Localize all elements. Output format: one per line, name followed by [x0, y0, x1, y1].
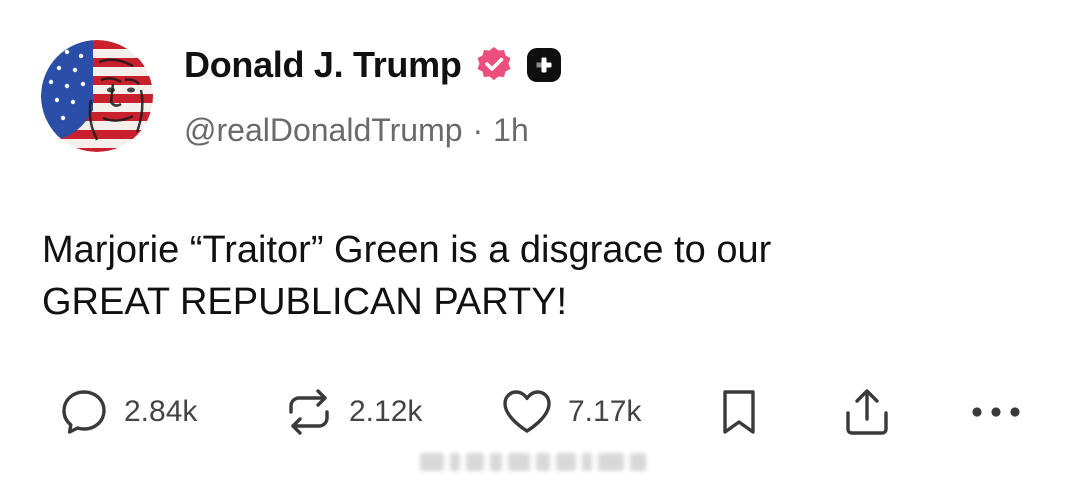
avatar-image — [41, 40, 153, 152]
share-icon — [846, 389, 888, 435]
plus-badge-icon — [526, 47, 562, 83]
blurred-watermark — [420, 449, 660, 475]
repost-icon — [289, 389, 329, 435]
action-bar: 2.84k 2.12k 7.17k — [0, 384, 1080, 440]
post-text: Marjorie “Traitor” Green is a disgrace t… — [42, 229, 772, 323]
reply-icon — [62, 390, 106, 434]
author-avatar[interactable] — [41, 40, 153, 152]
heart-icon — [503, 390, 551, 433]
author-name-row: Donald J. Trump — [184, 42, 562, 88]
share-button[interactable] — [840, 384, 894, 440]
author-handle[interactable]: @realDonaldTrump — [184, 112, 463, 149]
like-button[interactable]: 7.17k — [500, 384, 641, 440]
reply-count: 2.84k — [124, 395, 198, 428]
repost-count: 2.12k — [349, 395, 423, 428]
like-count: 7.17k — [568, 395, 642, 428]
author-meta-row: @realDonaldTrump · 1h — [184, 108, 529, 152]
post-timestamp[interactable]: 1h — [493, 112, 529, 149]
post-card: Donald J. Trump @realDonaldTrump · 1h Ma… — [0, 0, 1080, 486]
meta-separator: · — [472, 111, 484, 148]
bookmark-button[interactable] — [716, 384, 762, 440]
reply-button[interactable]: 2.84k — [58, 384, 197, 440]
verified-badge-icon — [474, 45, 514, 85]
more-icon — [972, 407, 1020, 417]
more-options-button[interactable] — [968, 384, 1024, 440]
bookmark-icon — [723, 390, 755, 434]
repost-button[interactable]: 2.12k — [283, 384, 422, 440]
author-display-name[interactable]: Donald J. Trump — [184, 44, 462, 86]
